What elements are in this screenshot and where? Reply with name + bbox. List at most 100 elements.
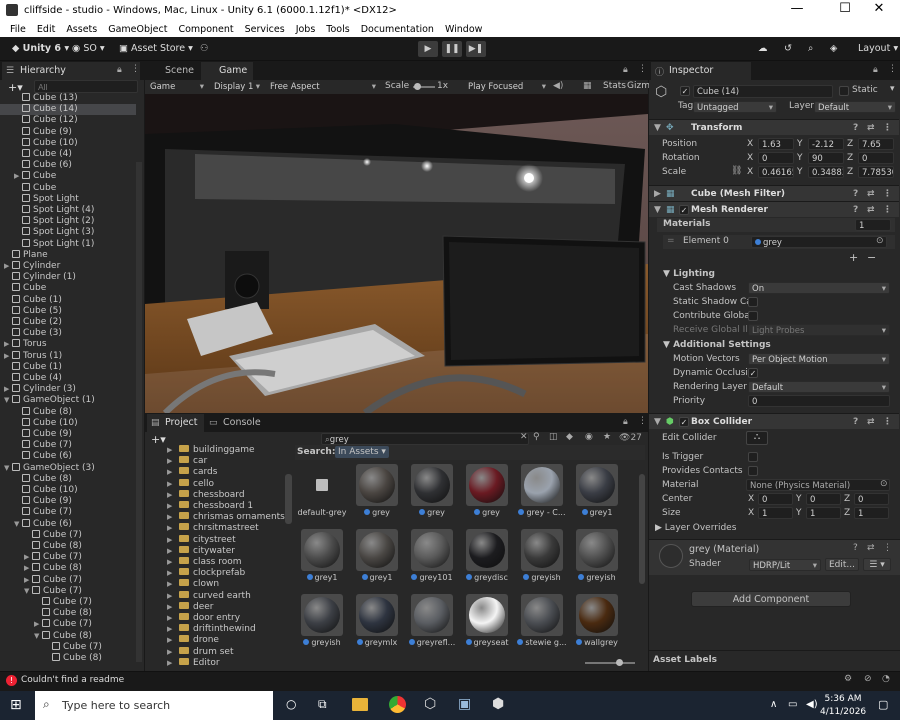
asset-item[interactable]: wallgrey <box>570 594 624 654</box>
folder-item[interactable]: ▶ chessboard <box>167 489 245 501</box>
task-view-icon[interactable]: ⧉ <box>318 697 327 712</box>
materials-count-field[interactable]: 1 <box>855 219 891 231</box>
hierarchy-row[interactable]: Cube (9) <box>0 126 136 138</box>
hierarchy-row[interactable]: Spot Light (3) <box>0 227 136 238</box>
hierarchy-row[interactable]: Cube (6) <box>0 451 136 462</box>
static-dropdown-arrow[interactable]: ▾ <box>890 84 895 94</box>
asset-item[interactable]: grey1 <box>570 464 624 524</box>
asset-item[interactable]: grey <box>350 464 404 524</box>
asset-item[interactable]: greyish <box>570 529 624 589</box>
mesh-renderer-enabled-checkbox[interactable]: ✓ <box>679 205 689 215</box>
hierarchy-row[interactable]: Cube (8) <box>0 541 136 552</box>
search-icon[interactable]: ⌕ <box>808 41 813 57</box>
folder-item[interactable]: ▶ clown <box>167 579 219 590</box>
hierarchy-row[interactable]: Cube (7) <box>0 529 136 541</box>
folder-item[interactable]: ▶ chessboard 1 <box>167 501 253 512</box>
component-menu-icon[interactable]: ⋮ <box>883 202 892 218</box>
search-scope-in-assets[interactable]: In Assets ▾ <box>335 446 389 458</box>
expand-arrow-icon[interactable]: ▶ <box>167 591 175 602</box>
edit-collider-button[interactable]: ⛬ <box>746 431 768 445</box>
is-trigger-checkbox[interactable] <box>748 452 758 462</box>
menu-file[interactable]: File <box>10 24 26 35</box>
shader-options-button[interactable]: ☰ ▾ <box>863 558 891 571</box>
hierarchy-row[interactable]: Cube (8) <box>0 406 136 418</box>
project-search-input[interactable]: ⌕grey <box>321 433 529 445</box>
expand-arrow-icon[interactable]: ▶ <box>167 647 175 658</box>
expand-arrow-icon[interactable]: ▶ <box>4 339 12 350</box>
layout-dropdown[interactable]: Layout ▾ <box>858 41 898 57</box>
expand-arrow-icon[interactable]: ▶ <box>167 568 175 579</box>
asset-item[interactable]: grey101 <box>405 529 459 589</box>
shader-dropdown[interactable]: HDRP/Lit <box>749 559 821 571</box>
asset-item[interactable]: grey1 <box>350 529 404 589</box>
folder-item[interactable]: ▶ buildinggame <box>167 445 255 456</box>
hierarchy-row[interactable]: ▼ Cube (8) <box>0 630 136 642</box>
folder-item[interactable]: ▶ citystreet <box>167 534 236 546</box>
box-collider-header[interactable]: ▼ ⬢ ✓ Box Collider ? ⇄ ⋮ <box>649 413 899 429</box>
hierarchy-row[interactable]: Cube (12) <box>0 115 136 126</box>
folder-item[interactable]: ▶ chrismas ornaments <box>167 512 285 523</box>
maximize-button[interactable]: ☐ <box>830 1 860 16</box>
folder-item[interactable]: ▶ chrsitmastreet <box>167 523 259 534</box>
progress-icon[interactable]: ◔ <box>882 674 890 684</box>
hierarchy-row[interactable]: Cube (7) <box>0 597 136 608</box>
object-picker-icon[interactable]: ⊙ <box>876 236 884 246</box>
hierarchy-row[interactable]: Cube (8) <box>0 473 136 485</box>
more-options-icon[interactable]: ⋮ <box>638 64 647 74</box>
expand-arrow-icon[interactable]: ▶ <box>4 261 12 272</box>
position-z-field[interactable]: 7.65 <box>858 138 894 150</box>
more-options-icon[interactable]: ⋮ <box>888 64 897 74</box>
expand-arrow-icon[interactable]: ▶ <box>167 445 175 456</box>
rendering-layer-dropdown[interactable]: Default <box>748 381 890 393</box>
folder-item[interactable]: ▶ drone <box>167 635 219 646</box>
menu-window[interactable]: Window <box>445 24 482 35</box>
clock-date[interactable]: 4/11/2026 <box>820 707 866 717</box>
expand-arrow-icon[interactable]: ▶ <box>167 523 175 534</box>
expand-arrow-icon[interactable]: ▶ <box>167 579 175 590</box>
more-options-icon[interactable]: ⋮ <box>131 64 140 74</box>
hierarchy-row[interactable]: ▶ Cube (7) <box>0 552 136 563</box>
layer-dropdown[interactable]: Default <box>814 101 896 113</box>
hierarchy-row[interactable]: ▶ Torus (1) <box>0 350 136 362</box>
expand-arrow-icon[interactable]: ▼ <box>4 463 12 474</box>
folder-item[interactable]: ▶ curved earth <box>167 590 251 602</box>
expand-arrow-icon[interactable]: ▶ <box>167 546 175 557</box>
expand-arrow-icon[interactable]: ▶ <box>167 557 175 568</box>
expand-arrow-icon[interactable]: ▶ <box>167 479 175 490</box>
link-scale-icon[interactable]: ⛓ <box>731 166 742 176</box>
cast-shadows-dropdown[interactable]: On <box>748 282 890 294</box>
display-dropdown[interactable]: Display 1 <box>211 81 263 93</box>
collider-center-x-field[interactable]: 0 <box>758 493 793 505</box>
asset-item[interactable]: grey1 <box>295 529 349 589</box>
expand-arrow-icon[interactable]: ▶ <box>34 619 42 630</box>
component-menu-icon[interactable]: ⋮ <box>883 186 892 202</box>
expand-arrow-icon[interactable]: ▶ <box>167 467 175 478</box>
tab-game[interactable]: Game <box>201 62 254 80</box>
collider-size-y-field[interactable]: 1 <box>806 507 841 519</box>
help-icon[interactable]: ? <box>853 202 858 218</box>
close-button[interactable]: ✕ <box>864 1 894 16</box>
expand-arrow-icon[interactable]: ▼ <box>4 395 12 406</box>
expand-arrow-icon[interactable]: ▶ <box>167 658 175 669</box>
hierarchy-row[interactable]: ▶ Cube (7) <box>0 619 136 630</box>
object-name-field[interactable]: Cube (14) <box>693 85 833 98</box>
file-explorer-icon[interactable] <box>352 698 368 711</box>
rotation-z-field[interactable]: 0 <box>858 152 894 164</box>
game-render-view[interactable] <box>145 94 648 413</box>
hierarchy-row[interactable]: Cube <box>0 182 136 194</box>
chrome-icon[interactable] <box>389 696 406 713</box>
folder-scrollbar[interactable] <box>285 474 292 524</box>
clear-search-icon[interactable]: ✕ <box>520 432 528 442</box>
unity-hub-icon[interactable]: ⬡ <box>424 696 436 712</box>
expand-arrow-icon[interactable]: ▼ <box>14 519 22 530</box>
expand-arrow-icon[interactable]: ▶ <box>167 635 175 646</box>
position-y-field[interactable]: -2.12 <box>808 138 844 150</box>
help-icon[interactable]: ? <box>853 543 858 553</box>
cortana-icon[interactable]: ○ <box>286 697 296 711</box>
collider-center-y-field[interactable]: 0 <box>806 493 841 505</box>
network-icon[interactable]: ▭ <box>788 699 797 710</box>
lock-icon[interactable]: 🔒︎ <box>623 65 628 75</box>
filter-by-label-icon[interactable]: ◆ <box>566 432 573 442</box>
stats-button[interactable]: Stats <box>603 81 626 91</box>
hierarchy-row[interactable]: Cube (2) <box>0 317 136 328</box>
